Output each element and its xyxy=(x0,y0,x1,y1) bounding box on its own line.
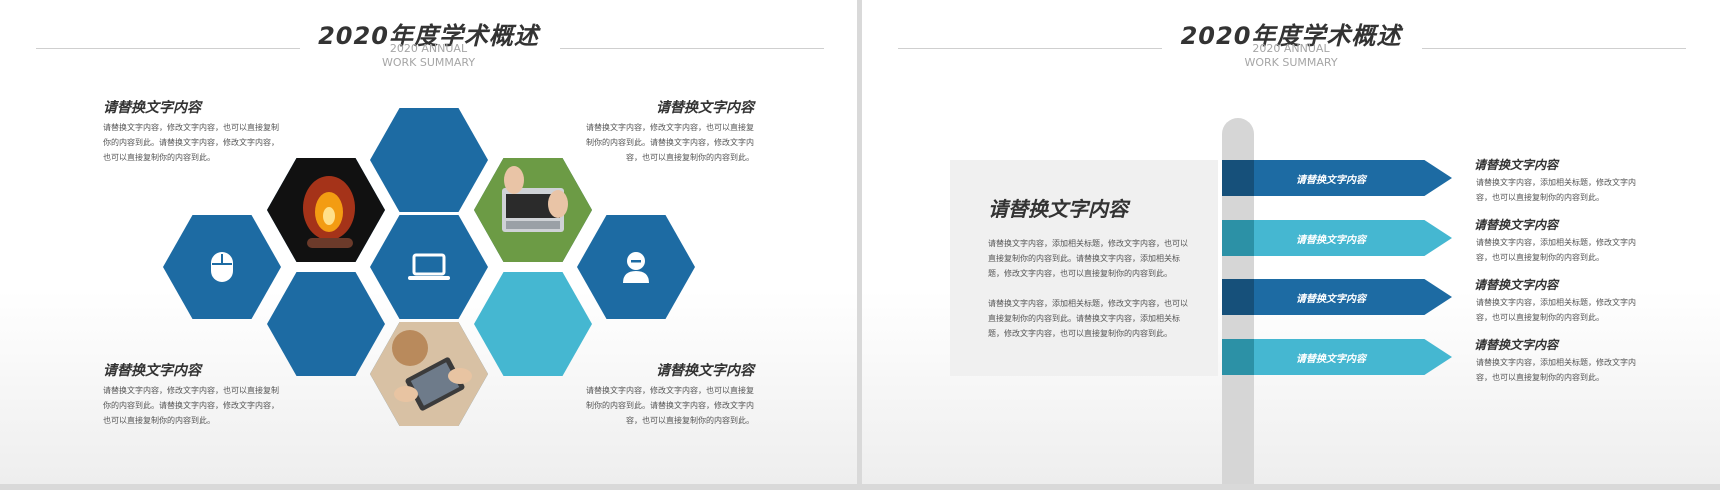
arrow-banner-4: 请替换文字内容 xyxy=(1222,339,1452,375)
arrow-banner-1: 请替换文字内容 xyxy=(1222,160,1452,196)
hex-bottom-right-light xyxy=(474,272,592,376)
arrow-label: 请替换文字内容 xyxy=(1296,234,1366,246)
hex-photo-laptop xyxy=(474,158,592,262)
hex-mouse xyxy=(163,215,281,319)
arrow-label: 请替换文字内容 xyxy=(1296,174,1366,186)
arrow-cap xyxy=(1222,279,1254,315)
hex-top-center xyxy=(370,108,488,212)
arrow-banner-3: 请替换文字内容 xyxy=(1222,279,1452,315)
user-icon xyxy=(623,252,649,283)
slide-right: 2020年度学术概述 2020 ANNUAL WORK SUMMARY 请替换文… xyxy=(862,0,1720,484)
item-title-1: 请替换文字内容 xyxy=(1474,158,1559,172)
block-desc-bottom-left: 请替换文字内容，修改文字内容，也可以直接复制你的内容到此。请替换文字内容，修改文… xyxy=(103,386,279,425)
hex-photo-tablet xyxy=(370,322,488,426)
slide-left: 2020年度学术概述 2020 ANNUAL WORK SUMMARY 请替换文… xyxy=(0,0,857,484)
block-title-bottom-right: 请替换文字内容 xyxy=(656,363,754,379)
block-desc-top-right: 请替换文字内容，修改文字内容，也可以直接复制你的内容到此。请替换文字内容，修改文… xyxy=(586,123,754,162)
item-title-2: 请替换文字内容 xyxy=(1474,218,1559,232)
laptop-icon xyxy=(408,253,450,280)
hex-user xyxy=(577,215,695,319)
block-desc-bottom-right: 请替换文字内容，修改文字内容，也可以直接复制你的内容到此。请替换文字内容，修改文… xyxy=(586,386,754,425)
panel-title: 请替换文字内容 xyxy=(988,197,1128,221)
item-desc-2: 请替换文字内容，添加相关标题，修改文字内容，也可以直接复制你的内容到此。 xyxy=(1476,238,1636,262)
item-desc-3: 请替换文字内容，添加相关标题，修改文字内容，也可以直接复制你的内容到此。 xyxy=(1476,298,1636,322)
arrow-cap xyxy=(1222,160,1254,196)
item-title-3: 请替换文字内容 xyxy=(1474,278,1559,292)
arrow-cap xyxy=(1222,339,1254,375)
hex-photo-fire xyxy=(267,158,385,262)
block-title-bottom-left: 请替换文字内容 xyxy=(103,363,201,379)
block-title-top-right: 请替换文字内容 xyxy=(656,100,754,116)
block-title-top-left: 请替换文字内容 xyxy=(103,100,201,116)
photo-laptop-typing xyxy=(474,158,592,262)
slide-subtitle: 2020 ANNUAL WORK SUMMARY xyxy=(381,42,476,69)
block-desc-top-left: 请替换文字内容，修改文字内容，也可以直接复制你的内容到此。请替换文字内容，修改文… xyxy=(103,123,279,162)
arrow-label: 请替换文字内容 xyxy=(1296,293,1366,305)
hex-laptop xyxy=(370,215,488,319)
item-desc-4: 请替换文字内容，添加相关标题，修改文字内容，也可以直接复制你的内容到此。 xyxy=(1476,358,1636,382)
item-desc-1: 请替换文字内容，添加相关标题，修改文字内容，也可以直接复制你的内容到此。 xyxy=(1476,178,1636,202)
photo-tablet-hands xyxy=(370,322,488,426)
arrow-banner-2: 请替换文字内容 xyxy=(1222,220,1452,256)
photo-fire-money xyxy=(267,158,385,262)
mouse-icon xyxy=(211,252,233,282)
hex-bottom-left xyxy=(267,272,385,376)
item-title-4: 请替换文字内容 xyxy=(1474,338,1559,352)
arrow-cap xyxy=(1222,220,1254,256)
arrow-label: 请替换文字内容 xyxy=(1296,353,1366,365)
panel-paragraph-1: 请替换文字内容，添加相关标题，修改文字内容，也可以直接复制你的内容到此。请替换文… xyxy=(988,239,1188,278)
panel-paragraph-2: 请替换文字内容，添加相关标题，修改文字内容，也可以直接复制你的内容到此。请替换文… xyxy=(988,299,1188,338)
slide-subtitle: 2020 ANNUAL WORK SUMMARY xyxy=(1244,42,1338,69)
